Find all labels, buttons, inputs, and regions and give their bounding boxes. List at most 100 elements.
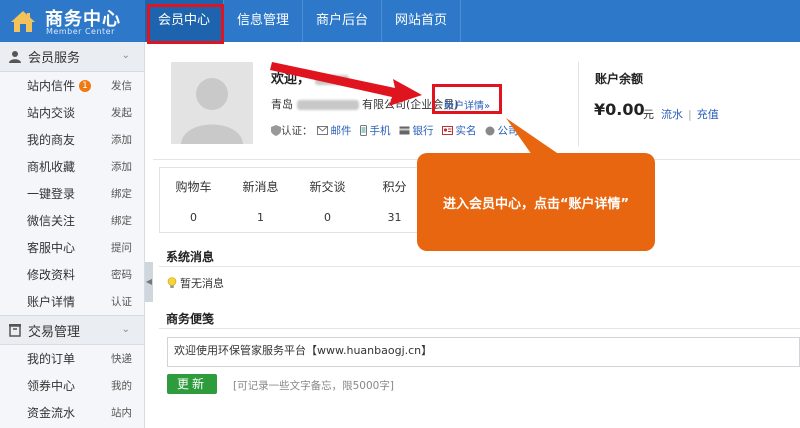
blurred-company-name bbox=[296, 100, 359, 110]
sidebar-item-label: 修改资料 bbox=[27, 268, 76, 282]
divider bbox=[578, 62, 579, 146]
stat-new-messages[interactable]: 新消息 1 bbox=[227, 168, 294, 232]
unread-badge: 1 bbox=[79, 79, 92, 92]
cert-bank-label: 银行 bbox=[412, 125, 434, 137]
trash-box-icon bbox=[9, 324, 21, 337]
stat-value: 1 bbox=[257, 211, 264, 224]
cert-phone[interactable]: 手机 bbox=[359, 123, 391, 138]
sidebar-item-action[interactable]: 发信 bbox=[111, 78, 132, 93]
sidebar-item-action[interactable]: 添加 bbox=[111, 132, 132, 147]
sidebar: 会员服务 ⌄ 站内信件 1 发信 站内交谈 发起 我的商友 添加 商机收藏 添加… bbox=[0, 42, 145, 428]
sidebar-item-orders[interactable]: 我的订单 快递 bbox=[0, 345, 144, 372]
divider bbox=[159, 266, 800, 267]
stat-value: 0 bbox=[324, 211, 331, 224]
section-title: 会员服务 bbox=[28, 51, 81, 66]
sidebar-item-action[interactable]: 站内 bbox=[111, 405, 132, 420]
sidebar-item-action[interactable]: 密码 bbox=[111, 267, 132, 282]
top-navigation-bar: 商务中心 Member Center 会员中心 信息管理 商户后台 网站首页 bbox=[0, 0, 800, 42]
sidebar-item-coupons[interactable]: 领券中心 我的 bbox=[0, 372, 144, 399]
cert-email-label: 邮件 bbox=[330, 125, 352, 137]
section-title: 交易管理 bbox=[28, 324, 81, 340]
sidebar-item-favorites[interactable]: 商机收藏 添加 bbox=[0, 153, 144, 180]
sidebar-section-member-services[interactable]: 会员服务 ⌄ bbox=[0, 42, 144, 72]
sidebar-section-trade-management[interactable]: 交易管理 ⌄ bbox=[0, 315, 144, 345]
sidebar-item-action[interactable]: 提问 bbox=[111, 240, 132, 255]
cert-company[interactable]: 公司 bbox=[485, 123, 519, 138]
logo-subtitle: Member Center bbox=[46, 27, 115, 36]
sidebar-item-support[interactable]: 客服中心 提问 bbox=[0, 234, 144, 261]
highlight-box-account-details bbox=[432, 84, 502, 114]
tab-info-management[interactable]: 信息管理 bbox=[224, 0, 304, 42]
cert-company-label: 公司 bbox=[497, 125, 519, 137]
chevron-down-icon[interactable]: ⌄ bbox=[122, 50, 130, 61]
sidebar-item-label: 微信关注 bbox=[27, 214, 76, 228]
sidebar-item-label: 账户详情 bbox=[27, 295, 76, 309]
site-logo[interactable]: 商务中心 Member Center bbox=[0, 0, 145, 42]
sidebar-item-label: 商机收藏 bbox=[27, 160, 76, 174]
stat-label: 新交谈 bbox=[309, 180, 346, 194]
stat-label: 购物车 bbox=[175, 180, 212, 194]
divider bbox=[159, 328, 800, 329]
sidebar-item-label: 领券中心 bbox=[27, 379, 76, 393]
balance-amount: ¥0.00 bbox=[594, 100, 645, 119]
tab-website-home[interactable]: 网站首页 bbox=[382, 0, 462, 42]
sidebar-item-fund-flow[interactable]: 资金流水 站内 bbox=[0, 399, 144, 426]
chevron-down-icon[interactable]: ⌄ bbox=[122, 324, 130, 335]
recharge-link[interactable]: 充值 bbox=[697, 108, 719, 121]
lightbulb-icon bbox=[167, 277, 177, 288]
tab-merchant-backend[interactable]: 商户后台 bbox=[303, 0, 383, 42]
shield-icon bbox=[271, 125, 281, 136]
welcome-text: 欢迎， bbox=[271, 68, 349, 87]
sidebar-item-label: 站内信件 bbox=[27, 79, 76, 93]
sidebar-item-label: 我的订单 bbox=[27, 352, 76, 366]
sidebar-item-action[interactable]: 认证 bbox=[111, 294, 132, 309]
stat-cart[interactable]: 购物车 0 bbox=[160, 168, 227, 232]
flow-link[interactable]: 流水 bbox=[661, 108, 683, 121]
phone-icon bbox=[359, 125, 367, 136]
sidebar-item-action[interactable]: 我的 bbox=[111, 378, 132, 393]
sidebar-item-action[interactable]: 绑定 bbox=[111, 186, 132, 201]
sidebar-item-action[interactable]: 快递 bbox=[111, 351, 132, 366]
default-avatar-icon bbox=[171, 62, 253, 144]
sidebar-item-friends[interactable]: 我的商友 添加 bbox=[0, 126, 144, 153]
system-messages-empty: 暂无消息 bbox=[167, 275, 224, 291]
cert-phone-label: 手机 bbox=[369, 125, 391, 137]
avatar[interactable] bbox=[171, 62, 253, 144]
cert-realname-label: 实名 bbox=[455, 125, 477, 137]
sidebar-item-label: 资金流水 bbox=[27, 406, 76, 420]
user-icon bbox=[9, 50, 21, 63]
sidebar-item-action[interactable]: 发起 bbox=[111, 105, 132, 120]
blurred-username bbox=[314, 74, 349, 85]
company-info: 青岛 有限公司(企业会员) bbox=[271, 96, 459, 112]
cert-label: 认证： bbox=[281, 125, 313, 137]
company-icon bbox=[485, 126, 494, 135]
balance-unit: 元 bbox=[643, 108, 654, 121]
sidebar-item-account-details[interactable]: 账户详情 认证 bbox=[0, 288, 144, 315]
sidebar-item-label: 一键登录 bbox=[27, 187, 76, 201]
cert-bank[interactable]: 银行 bbox=[399, 123, 434, 138]
stat-value: 0 bbox=[190, 211, 197, 224]
sidebar-collapse-handle[interactable]: ◀ bbox=[145, 262, 153, 302]
sidebar-item-action[interactable]: 绑定 bbox=[111, 213, 132, 228]
sidebar-item-action[interactable]: 添加 bbox=[111, 159, 132, 174]
memo-hint: [可记录一些文字备忘，限5000字] bbox=[233, 380, 394, 392]
id-card-icon bbox=[441, 126, 453, 135]
sidebar-item-chat[interactable]: 站内交谈 发起 bbox=[0, 99, 144, 126]
stat-new-chats[interactable]: 新交谈 0 bbox=[294, 168, 361, 232]
highlight-box-member-center bbox=[147, 4, 224, 44]
envelope-icon bbox=[316, 126, 328, 135]
certification-row: 认证： 邮件 手机 银行 实名 公司 bbox=[271, 123, 527, 138]
cert-email[interactable]: 邮件 bbox=[316, 123, 352, 138]
system-messages-title: 系统消息 bbox=[166, 250, 215, 264]
bank-card-icon bbox=[399, 126, 409, 135]
sidebar-item-edit-profile[interactable]: 修改资料 密码 bbox=[0, 261, 144, 288]
home-icon bbox=[11, 11, 35, 32]
sidebar-item-wechat[interactable]: 微信关注 绑定 bbox=[0, 207, 144, 234]
cert-realname[interactable]: 实名 bbox=[441, 123, 477, 138]
update-button[interactable]: 更新 bbox=[167, 374, 217, 394]
sidebar-item-one-click-login[interactable]: 一键登录 绑定 bbox=[0, 180, 144, 207]
sidebar-item-label: 站内交谈 bbox=[27, 106, 76, 120]
memo-title: 商务便笺 bbox=[166, 312, 215, 326]
memo-textarea[interactable]: 欢迎使用环保管家服务平台【www.huanbaogj.cn】 bbox=[167, 337, 800, 367]
sidebar-item-messages[interactable]: 站内信件 1 发信 bbox=[0, 72, 144, 99]
